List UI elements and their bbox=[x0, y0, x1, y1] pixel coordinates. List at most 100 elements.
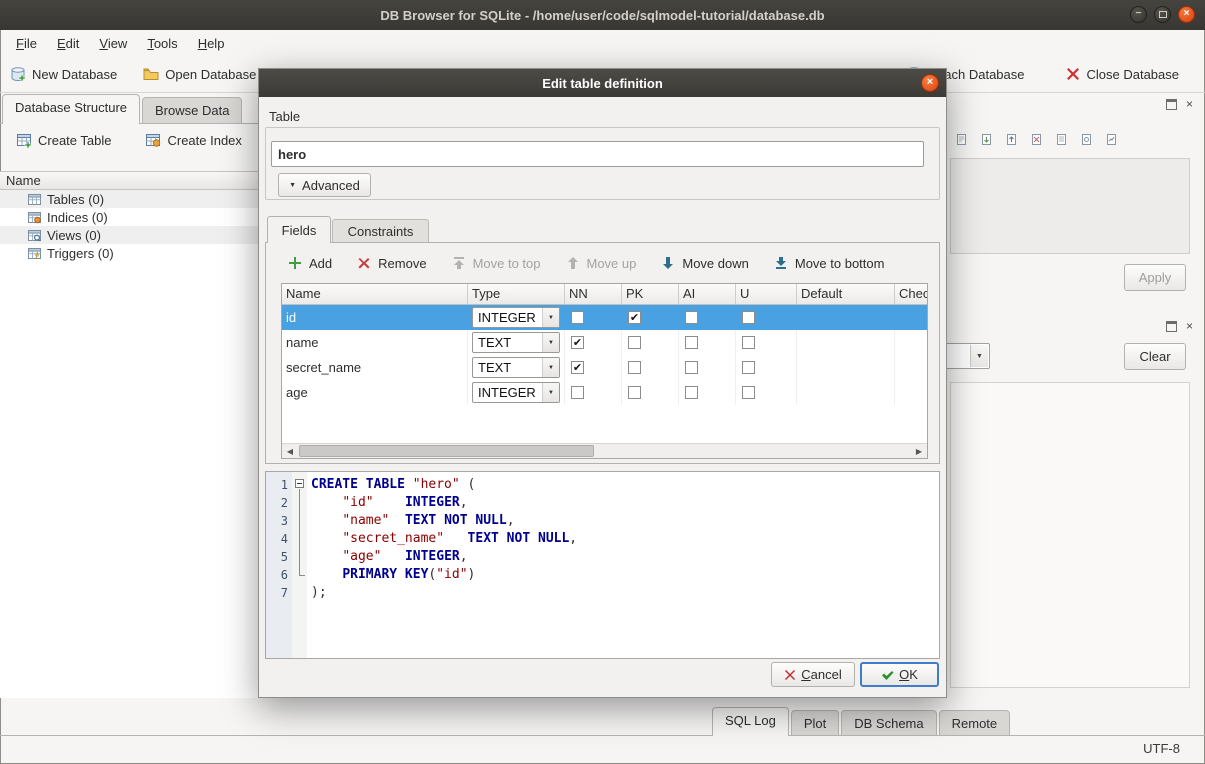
column-header-pk[interactable]: PK bbox=[622, 284, 679, 304]
field-row-name[interactable]: name TEXT ▼ ✔ bbox=[282, 330, 927, 355]
default-cell[interactable] bbox=[797, 380, 895, 405]
dock-close-icon[interactable]: × bbox=[1186, 320, 1193, 332]
remove-field-button[interactable]: Remove bbox=[356, 255, 426, 271]
default-cell[interactable] bbox=[797, 330, 895, 355]
combo-arrow-icon[interactable]: ▼ bbox=[542, 358, 559, 377]
cell-tool-button[interactable] bbox=[975, 128, 997, 150]
apply-button[interactable]: Apply bbox=[1124, 264, 1186, 291]
ai-checkbox[interactable] bbox=[685, 311, 698, 324]
cell-editor-area[interactable] bbox=[950, 158, 1190, 254]
column-header-u[interactable]: U bbox=[736, 284, 797, 304]
dock-float-icon[interactable] bbox=[1166, 99, 1177, 110]
nn-checkbox[interactable] bbox=[571, 386, 584, 399]
column-header-default[interactable]: Default bbox=[797, 284, 895, 304]
type-combobox[interactable]: TEXT ▼ bbox=[472, 357, 560, 378]
type-combobox[interactable]: TEXT ▼ bbox=[472, 332, 560, 353]
clear-button[interactable]: Clear bbox=[1124, 343, 1186, 370]
column-header-name[interactable]: Name bbox=[282, 284, 468, 304]
u-checkbox[interactable] bbox=[742, 386, 755, 399]
move-to-top-label: Move to top bbox=[473, 256, 541, 271]
column-header-nn[interactable]: NN bbox=[565, 284, 622, 304]
u-checkbox[interactable] bbox=[742, 311, 755, 324]
tab-remote[interactable]: Remote bbox=[939, 710, 1011, 736]
column-header-type[interactable]: Type bbox=[468, 284, 565, 304]
u-checkbox[interactable] bbox=[742, 361, 755, 374]
combo-arrow-icon[interactable]: ▼ bbox=[542, 383, 559, 402]
default-cell[interactable] bbox=[797, 305, 895, 330]
type-combobox[interactable]: INTEGER ▼ bbox=[472, 382, 560, 403]
tab-constraints[interactable]: Constraints bbox=[332, 219, 429, 243]
cell-tool-button[interactable] bbox=[1050, 128, 1072, 150]
move-up-button[interactable]: Move up bbox=[565, 255, 637, 271]
create-index-button[interactable]: Create Index bbox=[145, 132, 241, 148]
move-to-bottom-button[interactable]: Move to bottom bbox=[773, 255, 885, 271]
field-row-id[interactable]: id INTEGER ▼ ✔ bbox=[282, 305, 927, 330]
create-table-button[interactable]: Create Table bbox=[16, 132, 111, 148]
sql-log-area[interactable] bbox=[950, 382, 1190, 688]
fold-collapse-icon[interactable] bbox=[295, 479, 304, 488]
cancel-button[interactable]: Cancel bbox=[771, 662, 855, 687]
combo-arrow-icon[interactable]: ▼ bbox=[542, 333, 559, 352]
open-database-button[interactable]: Open Database bbox=[143, 66, 256, 82]
pk-checkbox[interactable]: ✔ bbox=[628, 311, 641, 324]
combo-arrow-icon[interactable]: ▼ bbox=[970, 345, 988, 367]
dock-close-icon[interactable]: × bbox=[1186, 98, 1193, 110]
column-header-check[interactable]: Check bbox=[895, 284, 927, 304]
menu-file[interactable]: File bbox=[6, 33, 47, 54]
ai-checkbox[interactable] bbox=[685, 361, 698, 374]
ai-checkbox[interactable] bbox=[685, 336, 698, 349]
menu-tools[interactable]: Tools bbox=[137, 33, 187, 54]
cell-tool-button[interactable] bbox=[1075, 128, 1097, 150]
nn-checkbox[interactable]: ✔ bbox=[571, 336, 584, 349]
move-down-button[interactable]: Move down bbox=[660, 255, 748, 271]
tab-fields[interactable]: Fields bbox=[267, 216, 331, 243]
combo-arrow-icon[interactable]: ▼ bbox=[542, 308, 559, 327]
menu-view[interactable]: View bbox=[89, 33, 137, 54]
cancel-x-icon bbox=[784, 669, 796, 681]
nn-checkbox[interactable] bbox=[571, 311, 584, 324]
new-database-button[interactable]: New Database bbox=[10, 66, 117, 82]
check-cell[interactable] bbox=[895, 305, 927, 330]
dock-float-icon[interactable] bbox=[1166, 321, 1177, 332]
add-field-button[interactable]: Add bbox=[287, 255, 332, 271]
check-cell[interactable] bbox=[895, 380, 927, 405]
minimize-button[interactable]: − bbox=[1130, 6, 1147, 23]
cell-tool-button[interactable] bbox=[1100, 128, 1122, 150]
cell-tool-button[interactable] bbox=[1025, 128, 1047, 150]
scroll-left-icon[interactable]: ◀ bbox=[282, 444, 298, 458]
window-close-button[interactable]: × bbox=[1178, 6, 1195, 23]
field-row-secret-name[interactable]: secret_name TEXT ▼ ✔ bbox=[282, 355, 927, 380]
menu-help[interactable]: Help bbox=[188, 33, 235, 54]
ai-checkbox[interactable] bbox=[685, 386, 698, 399]
tab-sql-log[interactable]: SQL Log bbox=[712, 707, 789, 736]
tab-db-schema[interactable]: DB Schema bbox=[841, 710, 936, 736]
pk-checkbox[interactable] bbox=[628, 361, 641, 374]
pk-checkbox[interactable] bbox=[628, 386, 641, 399]
close-database-button[interactable]: Close Database bbox=[1065, 66, 1180, 82]
check-cell[interactable] bbox=[895, 355, 927, 380]
sql-preview-editor[interactable]: 1 2 3 4 5 6 7 CREATE TABLE "hero" ( "id"… bbox=[265, 471, 940, 659]
pk-checkbox[interactable] bbox=[628, 336, 641, 349]
advanced-button[interactable]: ▼ Advanced bbox=[278, 173, 371, 197]
menu-edit[interactable]: Edit bbox=[47, 33, 89, 54]
scrollbar-thumb[interactable] bbox=[299, 445, 594, 457]
tab-database-structure[interactable]: Database Structure bbox=[2, 94, 140, 124]
nn-checkbox[interactable]: ✔ bbox=[571, 361, 584, 374]
tab-browse-data[interactable]: Browse Data bbox=[142, 97, 242, 124]
type-combobox[interactable]: INTEGER ▼ bbox=[472, 307, 560, 328]
scroll-right-icon[interactable]: ▶ bbox=[911, 444, 927, 458]
dialog-close-button[interactable]: × bbox=[921, 74, 939, 92]
move-to-top-button[interactable]: Move to top bbox=[451, 255, 541, 271]
u-checkbox[interactable] bbox=[742, 336, 755, 349]
cell-tool-button[interactable] bbox=[1000, 128, 1022, 150]
tab-plot[interactable]: Plot bbox=[791, 710, 839, 736]
horizontal-scrollbar[interactable]: ◀ ▶ bbox=[282, 443, 927, 458]
cell-tool-button[interactable] bbox=[950, 128, 972, 150]
field-row-age[interactable]: age INTEGER ▼ bbox=[282, 380, 927, 405]
column-header-ai[interactable]: AI bbox=[679, 284, 736, 304]
maximize-button[interactable] bbox=[1154, 6, 1171, 23]
default-cell[interactable] bbox=[797, 355, 895, 380]
table-name-input[interactable]: hero bbox=[271, 141, 924, 167]
check-cell[interactable] bbox=[895, 330, 927, 355]
ok-button[interactable]: OK bbox=[860, 662, 939, 687]
